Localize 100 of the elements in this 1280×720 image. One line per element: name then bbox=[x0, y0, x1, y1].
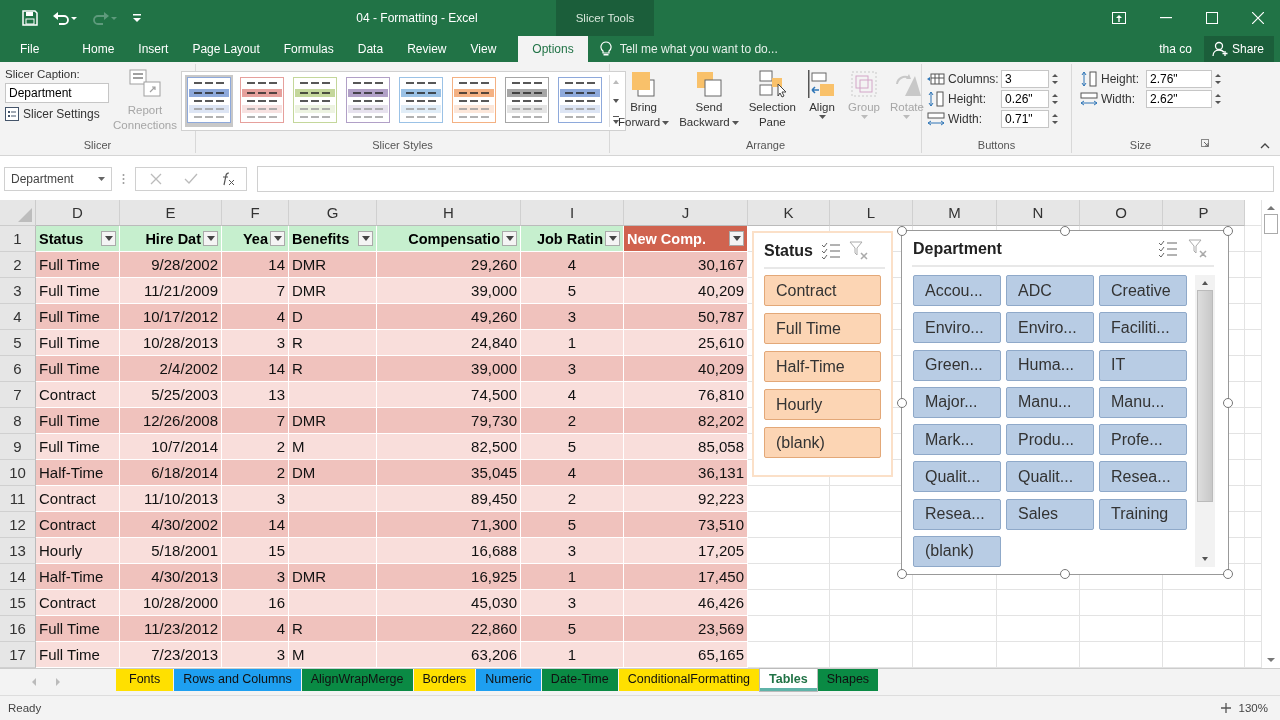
slicer-item[interactable]: (blank) bbox=[764, 427, 881, 458]
function-icon[interactable] bbox=[220, 172, 236, 186]
slicer-item[interactable]: Manu... bbox=[1006, 386, 1094, 418]
arrange-button[interactable]: Bring Forward bbox=[615, 68, 673, 130]
slicer-item[interactable]: Huma... bbox=[1006, 349, 1094, 381]
column-header[interactable]: M bbox=[913, 200, 997, 226]
row-header[interactable]: 12 bbox=[0, 512, 36, 538]
column-header[interactable]: J bbox=[624, 200, 748, 226]
arrange-button[interactable]: Send Backward bbox=[676, 68, 742, 130]
spin-field[interactable]: 2.62" bbox=[1146, 90, 1212, 108]
undo-icon[interactable] bbox=[52, 10, 78, 26]
sheet-tab[interactable]: Rows and Columns bbox=[174, 669, 301, 691]
sheet-tab[interactable]: Borders bbox=[413, 669, 476, 691]
dialog-launcher-icon[interactable] bbox=[1201, 139, 1209, 147]
row-header[interactable]: 3 bbox=[0, 278, 36, 304]
tell-me-field[interactable]: Tell me what you want to do... bbox=[617, 41, 822, 57]
zoom-level[interactable]: 130% bbox=[1238, 702, 1268, 714]
spinner-arrows-icon[interactable] bbox=[1051, 111, 1059, 127]
sheet-tab[interactable]: AlignWrapMerge bbox=[301, 669, 413, 691]
row-header[interactable]: 13 bbox=[0, 538, 36, 564]
status-slicer[interactable]: Status Contract Full Time Half-Time Hourly (blank) bbox=[752, 231, 893, 477]
name-box[interactable]: Department bbox=[4, 167, 112, 191]
slicer-item[interactable]: Full Time bbox=[764, 313, 881, 344]
row-header[interactable]: 7 bbox=[0, 382, 36, 408]
account-name[interactable]: tha co bbox=[1159, 42, 1192, 56]
filter-button[interactable] bbox=[605, 231, 620, 246]
ribbon-tab[interactable]: Home bbox=[70, 36, 127, 62]
slicer-item[interactable]: Green... bbox=[913, 349, 1001, 381]
maximize-icon[interactable] bbox=[1206, 12, 1218, 24]
arrange-button[interactable]: Align bbox=[803, 68, 841, 130]
spin-field[interactable]: 0.71" bbox=[1001, 110, 1049, 128]
column-header[interactable]: F bbox=[222, 200, 289, 226]
resize-handle[interactable] bbox=[1060, 569, 1070, 579]
slicer-item[interactable]: IT bbox=[1099, 349, 1187, 381]
ribbon-tab[interactable]: Insert bbox=[126, 36, 181, 62]
scrollbar-thumb[interactable] bbox=[1264, 214, 1278, 234]
spin-field[interactable]: 2.76" bbox=[1146, 70, 1212, 88]
slicer-item[interactable]: Enviro... bbox=[1006, 312, 1094, 344]
slicer-item[interactable]: Accou... bbox=[913, 275, 1001, 306]
scrollbar-thumb[interactable] bbox=[1197, 290, 1213, 502]
slicer-item[interactable]: Creative bbox=[1099, 275, 1187, 306]
slicer-item[interactable]: Hourly bbox=[764, 389, 881, 420]
slicer-item[interactable]: Faciliti... bbox=[1099, 312, 1187, 344]
ribbon-tab[interactable]: Page Layout bbox=[180, 36, 272, 62]
resize-handle[interactable] bbox=[897, 226, 907, 236]
column-header[interactable]: H bbox=[377, 200, 521, 226]
slicer-settings-button[interactable]: Slicer Settings bbox=[5, 106, 109, 122]
row-header[interactable]: 17 bbox=[0, 642, 36, 668]
row-header[interactable]: 6 bbox=[0, 356, 36, 382]
resize-handle[interactable] bbox=[897, 569, 907, 579]
close-icon[interactable] bbox=[1252, 12, 1264, 24]
ribbon-tab[interactable]: Data bbox=[345, 36, 396, 62]
resize-handle[interactable] bbox=[1223, 569, 1233, 579]
multi-select-icon[interactable] bbox=[820, 242, 841, 260]
sheet-tab[interactable]: ConditionalFormatting bbox=[618, 669, 760, 691]
row-header[interactable]: 4 bbox=[0, 304, 36, 330]
slicer-item[interactable]: (blank) bbox=[913, 535, 1001, 567]
column-header[interactable]: D bbox=[36, 200, 120, 226]
spinner-arrows-icon[interactable] bbox=[1214, 71, 1222, 87]
row-header[interactable]: 8 bbox=[0, 408, 36, 434]
slicer-item[interactable]: Contract bbox=[764, 275, 881, 306]
slicer-item[interactable]: Enviro... bbox=[913, 312, 1001, 344]
resize-handle[interactable] bbox=[1223, 226, 1233, 236]
ribbon-tab[interactable]: File bbox=[0, 36, 53, 62]
minimize-icon[interactable] bbox=[1160, 17, 1172, 19]
slicer-item[interactable]: ADC bbox=[1006, 275, 1094, 306]
resize-handle[interactable] bbox=[1223, 397, 1233, 408]
filter-button[interactable] bbox=[502, 231, 517, 246]
scroll-up-icon[interactable] bbox=[1266, 204, 1276, 212]
scroll-up-icon[interactable] bbox=[1200, 279, 1210, 287]
arrange-button[interactable]: Selection Pane bbox=[745, 68, 799, 130]
column-header[interactable]: P bbox=[1163, 200, 1245, 226]
row-header[interactable]: 5 bbox=[0, 330, 36, 356]
slicer-item[interactable]: Half-Time bbox=[764, 351, 881, 382]
customize-icon[interactable] bbox=[132, 13, 142, 23]
collapse-ribbon-icon[interactable] bbox=[1260, 143, 1270, 149]
row-header[interactable]: 14 bbox=[0, 564, 36, 590]
ribbon-tab[interactable]: Formulas bbox=[271, 36, 346, 62]
slicer-item[interactable]: Major... bbox=[913, 386, 1001, 418]
slicer-item[interactable]: Produ... bbox=[1006, 424, 1094, 455]
row-header[interactable]: 16 bbox=[0, 616, 36, 642]
slicer-item[interactable]: Qualit... bbox=[913, 461, 1001, 493]
spin-field[interactable]: 3 bbox=[1001, 70, 1049, 88]
slicer-item[interactable]: Training bbox=[1099, 498, 1187, 530]
spin-field[interactable]: 0.26" bbox=[1001, 90, 1049, 108]
multi-select-icon[interactable] bbox=[1158, 240, 1178, 258]
ribbon-tab[interactable]: View bbox=[458, 36, 509, 62]
scroll-down-icon[interactable] bbox=[1266, 656, 1276, 664]
column-header[interactable]: G bbox=[289, 200, 377, 226]
column-header[interactable]: L bbox=[830, 200, 913, 226]
share-button[interactable]: Share bbox=[1203, 36, 1274, 62]
caption-field[interactable]: Department bbox=[5, 83, 109, 103]
spinner-arrows-icon[interactable] bbox=[1051, 91, 1059, 107]
formula-field[interactable] bbox=[257, 166, 1274, 192]
filter-button[interactable] bbox=[729, 231, 744, 246]
filter-button[interactable] bbox=[203, 231, 218, 246]
sheet-tab[interactable]: Date-Time bbox=[541, 669, 618, 691]
column-header[interactable]: I bbox=[521, 200, 624, 226]
resize-handle[interactable] bbox=[1060, 226, 1070, 236]
drag-handle-icon[interactable] bbox=[122, 173, 125, 185]
